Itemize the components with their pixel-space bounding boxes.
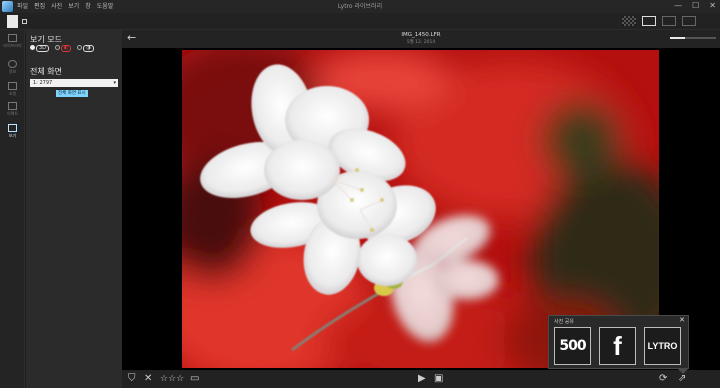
minimize-button[interactable]: — [674,0,682,12]
500px-logo-icon: 500 [559,338,586,354]
filmstrip-view-icon[interactable] [662,16,676,26]
comment-icon[interactable]: ▭ [190,373,199,385]
mode-stereo-option[interactable]: ◑ [77,44,94,52]
monitor-icon [8,124,17,132]
library-icon [8,34,17,42]
zoom-slider-fill [670,37,686,39]
maximize-button[interactable]: ☐ [692,0,699,12]
fullscreen-button[interactable]: 전체 화면 표시 [56,90,88,97]
refresh-icon[interactable]: ⟳ [659,373,667,385]
view-toolbar [0,13,720,30]
viewer-header: ← IMG_1450.LFR 5월 12, 2014 [122,30,720,48]
file-date: 5월 12, 2014 [406,40,436,45]
left-rail: 라이브러리 정보 조정 이펙트 보기 [0,30,25,388]
share-facebook-button[interactable]: f [599,327,636,365]
grid-view-icon[interactable] [622,16,636,26]
share-lytro-button[interactable]: LYTRO [644,327,681,365]
mode-3d-option[interactable]: 3D [30,44,50,52]
rail-item-info[interactable]: 정보 [3,60,22,75]
share-popup-pointer [678,369,688,374]
view-mode-buttons [622,16,696,26]
star-rating-icons[interactable]: ☆☆☆ [160,373,184,385]
radio-icon [77,45,83,50]
rail-label: 정보 [8,69,17,74]
rail-label: 조정 [8,91,17,96]
share-title: 사진 공유 [554,319,574,325]
info-icon [8,60,17,68]
facebook-logo-icon: f [613,330,622,361]
adjust-icon [8,82,17,90]
close-icon[interactable]: ✕ [679,316,685,324]
slideshow-icon[interactable]: ▣ [434,373,443,385]
play-icon[interactable]: ▶ [418,373,426,385]
effects-icon [8,102,17,110]
mode-anaglyph-option[interactable]: ◐ [55,44,72,52]
display-select[interactable]: 1: 2797 ▾ [30,79,118,87]
rail-label: 라이브러리 [3,43,22,48]
flag-icon[interactable]: ⛉ [128,373,136,385]
window-controls: — ☐ ✕ [674,0,716,12]
stereo-icon: ◑ [83,45,94,52]
display-select-value: 1: 2797 [33,80,53,86]
zoom-slider[interactable] [670,37,716,39]
chevron-down-icon: ▾ [113,80,116,86]
rail-item-adjust[interactable]: 조정 [3,82,22,97]
anaglyph-icon: ◐ [61,45,72,52]
title-bar: 파일 편집 사진 보기 창 도움말 Lytro 라이브러리 — ☐ ✕ [0,0,720,13]
share-icon[interactable]: ⇗ [678,373,686,385]
close-button[interactable]: ✕ [709,0,716,12]
rail-item-library[interactable]: 라이브러리 [3,34,22,49]
reject-icon[interactable]: ✕ [144,373,152,385]
radio-icon [55,45,61,50]
viewer-bottom-bar: ⛉ ✕ ☆☆☆ ▭ ▶ ▣ ⟳ ⇗ [122,370,720,388]
share-500px-button[interactable]: 500 [554,327,591,365]
mode-3d-label: 3D [36,45,50,52]
window-title: Lytro 라이브러리 [337,3,383,10]
rail-label: 보기 [8,133,17,138]
share-popup: 사진 공유 ✕ 500 f LYTRO [548,315,689,369]
fullscreen-title: 전체 화면 [30,67,62,76]
file-name: IMG_1450.LFR [401,32,441,38]
library-thumbnail-icon[interactable] [7,15,18,28]
lytro-logo-icon: LYTRO [647,341,678,351]
radio-icon [30,45,35,50]
split-view-icon[interactable] [682,16,696,26]
view-mode-options: 3D ◐ ◑ [30,44,94,52]
small-square-icon[interactable] [22,19,27,24]
rail-item-effects[interactable]: 이펙트 [3,102,22,117]
rail-item-view[interactable]: 보기 [3,124,22,139]
single-view-icon[interactable] [642,16,656,26]
view-settings-panel: 보기 모드 3D ◐ ◑ 전체 화면 1: 2797 ▾ 전체 화면 표시 [26,30,122,388]
rail-label: 이펙트 [6,111,19,116]
